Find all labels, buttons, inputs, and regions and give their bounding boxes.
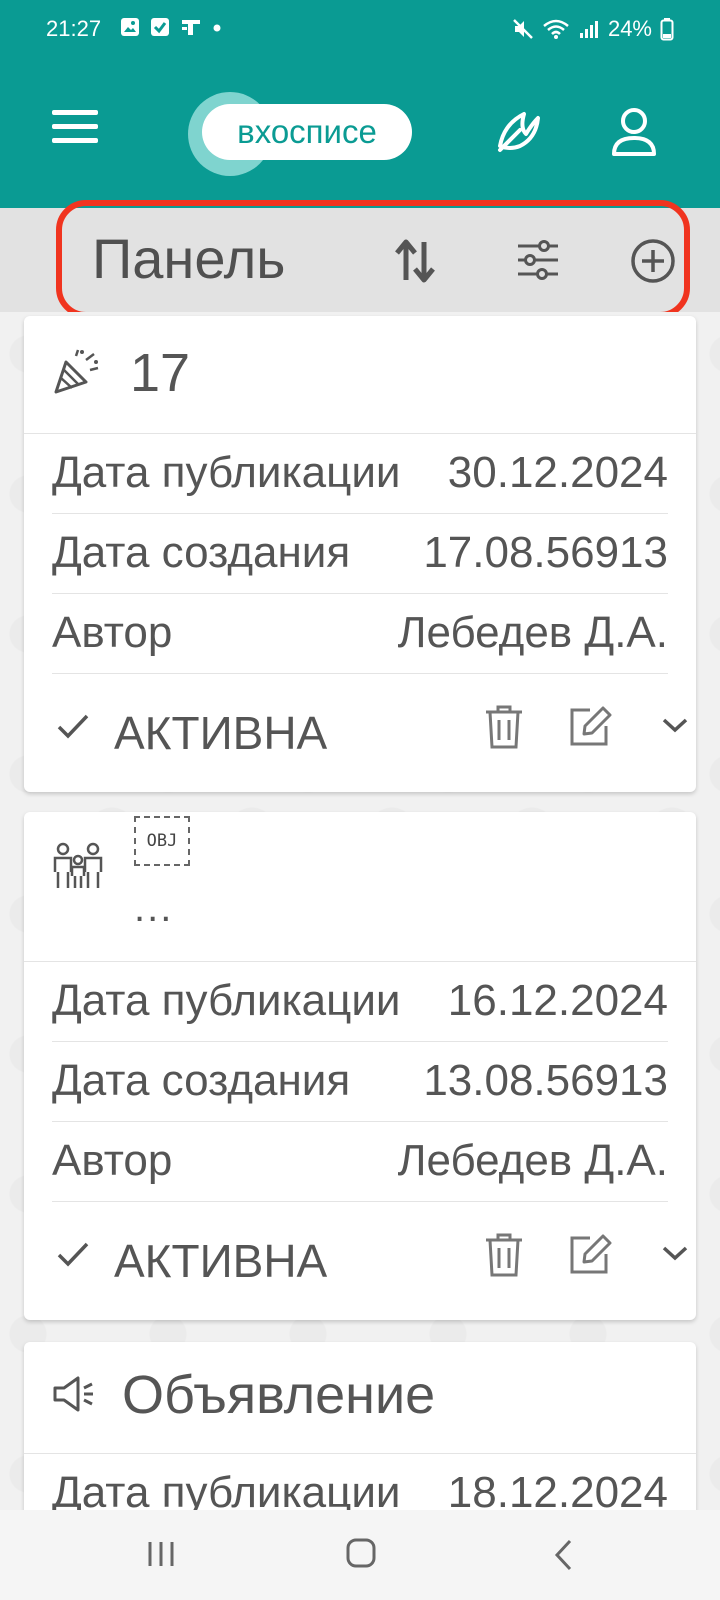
created-date-row: Дата создания 13.08.56913 xyxy=(52,1042,668,1122)
card-header: 17 xyxy=(24,316,696,434)
publish-date-value: 16.12.2024 xyxy=(447,976,668,1025)
edit-icon xyxy=(570,706,612,746)
card-header: Объявление xyxy=(24,1342,696,1454)
battery-percent: 24% xyxy=(607,16,652,41)
teams-icon xyxy=(182,20,200,35)
back-icon xyxy=(554,1539,572,1571)
recents-button[interactable] xyxy=(146,1540,176,1568)
hamburger-line-icon xyxy=(52,110,98,115)
add-button[interactable] xyxy=(630,238,676,284)
status-label: АКТИВНА xyxy=(114,707,328,759)
created-date-label: Дата создания xyxy=(52,1056,351,1105)
card-footer: АКТИВНА xyxy=(52,674,688,792)
checkmark-icon xyxy=(57,1242,89,1267)
notification-dot-icon xyxy=(213,24,221,32)
leaf-icon xyxy=(498,112,540,152)
app-bar: вхосписе xyxy=(0,92,720,176)
more-text: ... xyxy=(134,886,174,930)
chevron-down-icon xyxy=(662,1246,688,1261)
check-box-icon xyxy=(151,18,169,36)
publish-date-label: Дата публикации xyxy=(52,448,401,497)
checkmark-icon xyxy=(57,714,89,739)
signal-icon xyxy=(579,21,598,38)
card: Объявление Дата публикации 18.12.2024 xyxy=(24,1342,696,1510)
delete-button[interactable] xyxy=(484,1232,524,1278)
app-logo[interactable]: вхосписе xyxy=(188,92,418,176)
gallery-icon xyxy=(121,18,139,36)
expand-button[interactable] xyxy=(660,1242,690,1264)
created-date-value: 13.08.56913 xyxy=(423,1056,668,1105)
delete-button[interactable] xyxy=(484,704,524,750)
publish-date-value: 18.12.2024 xyxy=(447,1468,668,1510)
filter-button[interactable] xyxy=(516,238,560,282)
logo-text: вхосписе xyxy=(202,104,412,160)
trash-icon xyxy=(486,1233,522,1277)
publish-date-label: Дата публикации xyxy=(52,1468,401,1510)
wifi-icon xyxy=(543,19,569,39)
card-list[interactable]: 17 Дата публикации 30.12.2024 Дата созда… xyxy=(0,312,720,1510)
created-date-row: Дата создания 17.08.56913 xyxy=(52,514,668,594)
app-header: 21:27 24% вхосписе xyxy=(0,0,720,208)
edit-button[interactable] xyxy=(568,704,612,748)
card-title: 17 xyxy=(130,343,191,403)
panel-title: Панель xyxy=(92,227,286,290)
megaphone-icon xyxy=(53,1376,93,1412)
card-footer: АКТИВНА xyxy=(52,1202,688,1320)
status-time: 21:27 xyxy=(46,16,102,41)
back-button[interactable] xyxy=(552,1538,574,1572)
plus-circle-icon xyxy=(631,239,675,283)
chevron-down-icon xyxy=(662,718,688,733)
sort-button[interactable] xyxy=(392,236,438,286)
theme-button[interactable] xyxy=(494,104,544,158)
author-row: Автор Лебедев Д.А. xyxy=(52,1122,668,1202)
publish-date-label: Дата публикации xyxy=(52,976,401,1025)
sliders-icon xyxy=(518,240,558,280)
publish-date-row: Дата публикации 18.12.2024 xyxy=(52,1454,668,1510)
battery-icon xyxy=(660,18,674,41)
author-label: Автор xyxy=(52,608,173,657)
author-value: Лебедев Д.А. xyxy=(397,608,668,657)
family-icon xyxy=(53,842,103,888)
user-icon xyxy=(612,108,656,156)
profile-button[interactable] xyxy=(610,106,658,158)
created-date-value: 17.08.56913 xyxy=(423,528,668,577)
publish-date-value: 30.12.2024 xyxy=(447,448,668,497)
card: OBJ ... Дата публикации 16.12.2024 Дата … xyxy=(24,812,696,1320)
sort-arrows-icon xyxy=(395,239,435,283)
card-header: OBJ ... xyxy=(24,812,696,962)
created-date-label: Дата создания xyxy=(52,528,351,577)
recents-icon xyxy=(148,1542,174,1566)
object-placeholder: OBJ xyxy=(134,816,190,866)
edit-button[interactable] xyxy=(568,1232,612,1276)
publish-date-row: Дата публикации 30.12.2024 xyxy=(52,434,668,514)
card: 17 Дата публикации 30.12.2024 Дата созда… xyxy=(24,316,696,792)
author-value: Лебедев Д.А. xyxy=(397,1136,668,1185)
status-label: АКТИВНА xyxy=(114,1235,328,1287)
card-title: Объявление xyxy=(122,1365,436,1425)
edit-icon xyxy=(570,1234,612,1274)
panel-toolbar: Панель xyxy=(0,208,720,312)
publish-date-row: Дата публикации 16.12.2024 xyxy=(52,962,668,1042)
menu-button[interactable] xyxy=(52,110,98,150)
expand-button[interactable] xyxy=(660,714,690,736)
hamburger-line-icon xyxy=(52,124,98,129)
trash-icon xyxy=(486,705,522,749)
author-row: Автор Лебедев Д.А. xyxy=(52,594,668,674)
mute-icon xyxy=(513,19,533,39)
hamburger-line-icon xyxy=(52,138,98,143)
status-bar: 21:27 24% xyxy=(0,0,720,58)
home-button[interactable] xyxy=(346,1538,376,1568)
author-label: Автор xyxy=(52,1136,173,1185)
party-popper-icon xyxy=(54,349,99,394)
home-icon xyxy=(346,1538,376,1568)
system-nav-bar xyxy=(0,1510,720,1600)
